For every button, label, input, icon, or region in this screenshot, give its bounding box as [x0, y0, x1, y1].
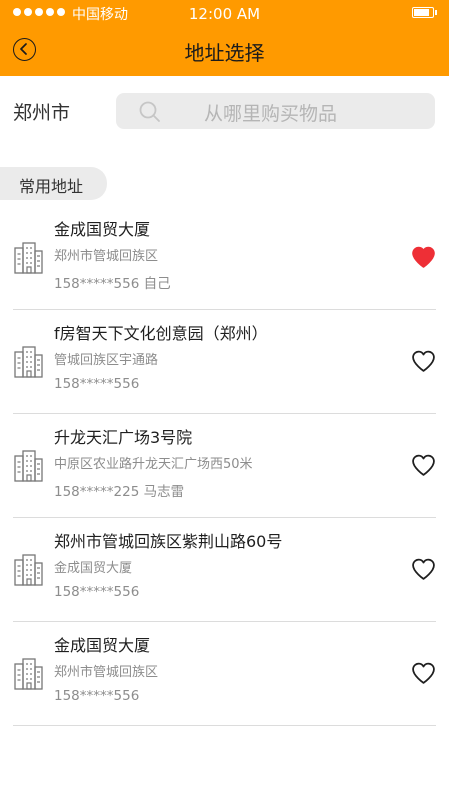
- divider: [13, 725, 436, 726]
- search-icon: [139, 101, 160, 122]
- address-contact: 158*****556 自己: [54, 276, 171, 292]
- address-contact: 158*****556: [54, 688, 140, 704]
- page-title: 地址选择: [184, 41, 265, 65]
- address-item[interactable]: f房智天下文化创意园（郑州） 管城回族区宇通路 158*****556: [0, 310, 449, 414]
- address-item[interactable]: 金成国贸大厦郑州市管城回族区 158*****556 自己: [0, 206, 449, 310]
- address-name: 郑州市管城回族区紫荆山路60号: [54, 532, 283, 551]
- building-icon: [14, 554, 43, 590]
- address-name: 升龙天汇广场3号院: [54, 428, 193, 447]
- search-placeholder: 从哪里购买物品: [204, 103, 338, 125]
- status-bar: 中国移动 12:00 AM: [0, 0, 449, 26]
- address-detail: 金成国贸大厦: [54, 561, 133, 576]
- section-header: 常用地址: [0, 167, 107, 200]
- address-item[interactable]: 郑州市管城回族区紫荆山路60号金成国贸大厦 158*****556: [0, 518, 449, 622]
- heart-icon[interactable]: [411, 245, 436, 274]
- heart-icon[interactable]: [411, 349, 436, 378]
- address-contact: 158*****225 马志雷: [54, 484, 185, 500]
- building-icon: [14, 450, 43, 486]
- city-selector[interactable]: 郑州市: [13, 98, 70, 125]
- section-label: 常用地址: [19, 177, 84, 196]
- address-detail: 郑州市管城回族区: [54, 249, 159, 264]
- header-bar: 中国移动 12:00 AM 地址选择: [0, 0, 449, 76]
- status-time: 12:00 AM: [188, 5, 261, 23]
- heart-icon[interactable]: [411, 557, 436, 586]
- search-input[interactable]: 从哪里购买物品: [116, 93, 435, 129]
- address-item[interactable]: 金成国贸大厦郑州市管城回族区 158*****556: [0, 622, 449, 726]
- address-item[interactable]: 升龙天汇广场3号院中原区农业路升龙天汇广场西50米 158*****225 马志雷: [0, 414, 449, 518]
- battery-icon: [412, 7, 437, 18]
- address-name: 金成国贸大厦: [54, 636, 151, 655]
- address-contact: 158*****556: [54, 376, 140, 392]
- address-name: f房智天下文化创意园（郑州）: [54, 324, 268, 343]
- address-contact: 158*****556: [54, 584, 140, 600]
- address-detail: 管城回族区宇通路: [54, 353, 159, 368]
- heart-icon[interactable]: [411, 661, 436, 690]
- address-name: 金成国贸大厦: [54, 220, 151, 239]
- building-icon: [14, 658, 43, 694]
- building-icon: [14, 242, 43, 278]
- address-detail: 郑州市管城回族区: [54, 665, 159, 680]
- building-icon: [14, 346, 43, 382]
- heart-icon[interactable]: [411, 453, 436, 482]
- address-detail: 中原区农业路升龙天汇广场西50米: [54, 457, 253, 472]
